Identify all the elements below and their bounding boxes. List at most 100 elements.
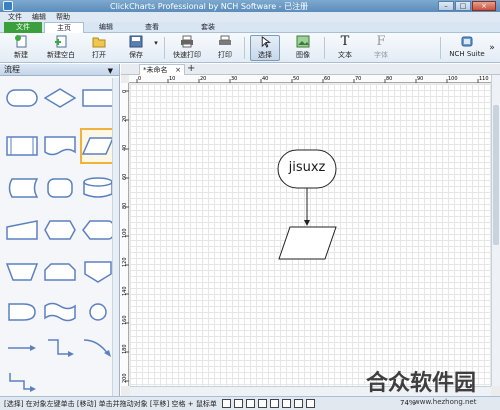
ruler-label: 30	[231, 76, 237, 82]
shape-data-io[interactable]	[80, 128, 116, 164]
tab-edit[interactable]: 编辑	[86, 22, 126, 33]
connector-icon[interactable]	[246, 399, 255, 408]
horizontal-ruler-ticks: 0 10 20 30 40 50 60 70 80 90 100 110	[136, 76, 489, 83]
toolbar-divider	[440, 37, 441, 59]
nch-suite-label: NCH Suite	[449, 50, 485, 58]
shape-preparation[interactable]	[42, 212, 78, 248]
save-dropdown[interactable]: ▾	[152, 35, 160, 61]
shape-arrow-step[interactable]	[4, 364, 40, 400]
ruler-label: 110	[479, 76, 489, 82]
save-button[interactable]: 保存	[124, 35, 148, 61]
camera-icon[interactable]	[270, 399, 279, 408]
nch-suite-icon	[461, 36, 473, 47]
tab-suite[interactable]: 套装	[188, 22, 228, 33]
shape-arrow-straight[interactable]	[4, 330, 40, 366]
arrow-head	[304, 220, 310, 226]
tab-view[interactable]: 查看	[132, 22, 172, 33]
menu-edit[interactable]: 编辑	[32, 12, 46, 22]
chevron-down-icon: ▼	[107, 67, 113, 75]
font-button[interactable]: F 字体	[368, 35, 394, 61]
toolbar-divider	[324, 37, 325, 59]
maximize-button[interactable]: □	[455, 1, 471, 11]
watermark-url: www.hezhong.net	[414, 398, 477, 406]
shape-category-selector[interactable]: 流程 ▼	[0, 64, 119, 76]
shape-predefined-process[interactable]	[4, 128, 40, 164]
quick-print-label: 快速打印	[173, 51, 201, 59]
ruler-label: 140	[122, 286, 128, 296]
nch-suite-button[interactable]: NCH Suite	[447, 35, 487, 61]
quick-print-button[interactable]: 快速打印	[170, 35, 204, 61]
print-button[interactable]: 打印	[214, 35, 236, 61]
shape-display[interactable]	[80, 212, 116, 248]
grid-icon[interactable]	[234, 399, 243, 408]
shape-stored-data[interactable]	[4, 170, 40, 206]
drawing-canvas[interactable]: jisuxz	[130, 84, 491, 386]
text-label: 文本	[338, 51, 352, 59]
image-button[interactable]: 图像	[290, 35, 316, 61]
ruler-label: 50	[293, 76, 299, 82]
toolbar-overflow-button[interactable]: »	[487, 35, 497, 61]
shape-database[interactable]	[80, 170, 116, 206]
chevron-down-icon: ▾	[154, 39, 158, 47]
ruler-label: 70	[355, 76, 361, 82]
image-label: 图像	[296, 51, 310, 59]
new-button[interactable]: 新建	[10, 35, 32, 61]
shape-category-label: 流程	[4, 65, 20, 74]
toolbar-divider	[164, 37, 165, 59]
shape-connector[interactable]	[80, 294, 116, 330]
snap-icon[interactable]	[222, 399, 231, 408]
open-button[interactable]: 打开	[88, 35, 110, 61]
new-blank-icon	[55, 35, 67, 48]
status-text: [选择] 在对象左键单击 [移动] 单击并拖动对象 [平移] 空格 + 鼠标单	[4, 400, 217, 408]
document-tab[interactable]: *未命名 ×	[139, 64, 185, 75]
shape-library-panel: 流程 ▼	[0, 64, 120, 396]
shape-document[interactable]	[42, 128, 78, 164]
new-blank-label: 新建空白	[47, 51, 75, 59]
shape-loop-limit[interactable]	[42, 254, 78, 290]
printer-icon	[181, 35, 193, 48]
folder-icon	[92, 37, 106, 48]
ruler-label: 100	[448, 76, 458, 82]
select-label: 选择	[258, 51, 272, 59]
app-icon	[3, 1, 13, 11]
text-button[interactable]: T 文本	[332, 35, 358, 61]
tab-home[interactable]: 主页	[44, 22, 84, 33]
shape-terminator[interactable]	[4, 80, 40, 116]
close-button[interactable]: ×	[472, 1, 496, 11]
lock-icon[interactable]	[282, 399, 291, 408]
shape-arrow-elbow[interactable]	[42, 330, 78, 366]
page-icon[interactable]	[294, 399, 303, 408]
ruler-label: 0	[138, 76, 141, 82]
shape-direct-access[interactable]	[42, 170, 78, 206]
shape-manual-input[interactable]	[4, 212, 40, 248]
shape-punched-tape[interactable]	[42, 294, 78, 330]
scrollbar-thumb[interactable]	[493, 105, 499, 245]
menu-file[interactable]: 文件	[8, 12, 22, 22]
new-blank-button[interactable]: 新建空白	[44, 35, 78, 61]
document-area: *未命名 × + 0 10 20 30 40 50 60 70 80 90 100 110 0 20 40…	[121, 63, 500, 396]
new-tab-button[interactable]: +	[187, 63, 195, 74]
window-controls: – □ ×	[438, 1, 496, 11]
shape-manual-operation[interactable]	[4, 254, 40, 290]
select-tool-button[interactable]: 选择	[250, 35, 280, 61]
shape-arrow-curved[interactable]	[80, 330, 116, 366]
cursor-icon	[261, 36, 271, 48]
overflow-icon: »	[489, 43, 495, 53]
print-label: 打印	[218, 51, 232, 59]
panel-scrollbar[interactable]	[112, 78, 119, 396]
vertical-ruler-ticks: 0 20 40 60 80 100 120 140 160 180 200	[122, 90, 129, 383]
align-icon[interactable]	[258, 399, 267, 408]
close-icon[interactable]: ×	[175, 65, 181, 75]
toolbar-divider	[244, 37, 245, 59]
tab-file[interactable]: 文件	[4, 22, 42, 33]
shape-delay[interactable]	[4, 294, 40, 330]
shape-process[interactable]	[80, 80, 116, 116]
layout-icon[interactable]	[306, 399, 315, 408]
shape-off-page[interactable]	[80, 254, 116, 290]
minimize-button[interactable]: –	[438, 1, 454, 11]
data-io-node[interactable]	[278, 226, 337, 260]
menu-help[interactable]: 帮助	[56, 12, 70, 22]
shape-grid	[0, 78, 120, 396]
vertical-scrollbar[interactable]	[491, 75, 500, 386]
shape-decision[interactable]	[42, 80, 78, 116]
